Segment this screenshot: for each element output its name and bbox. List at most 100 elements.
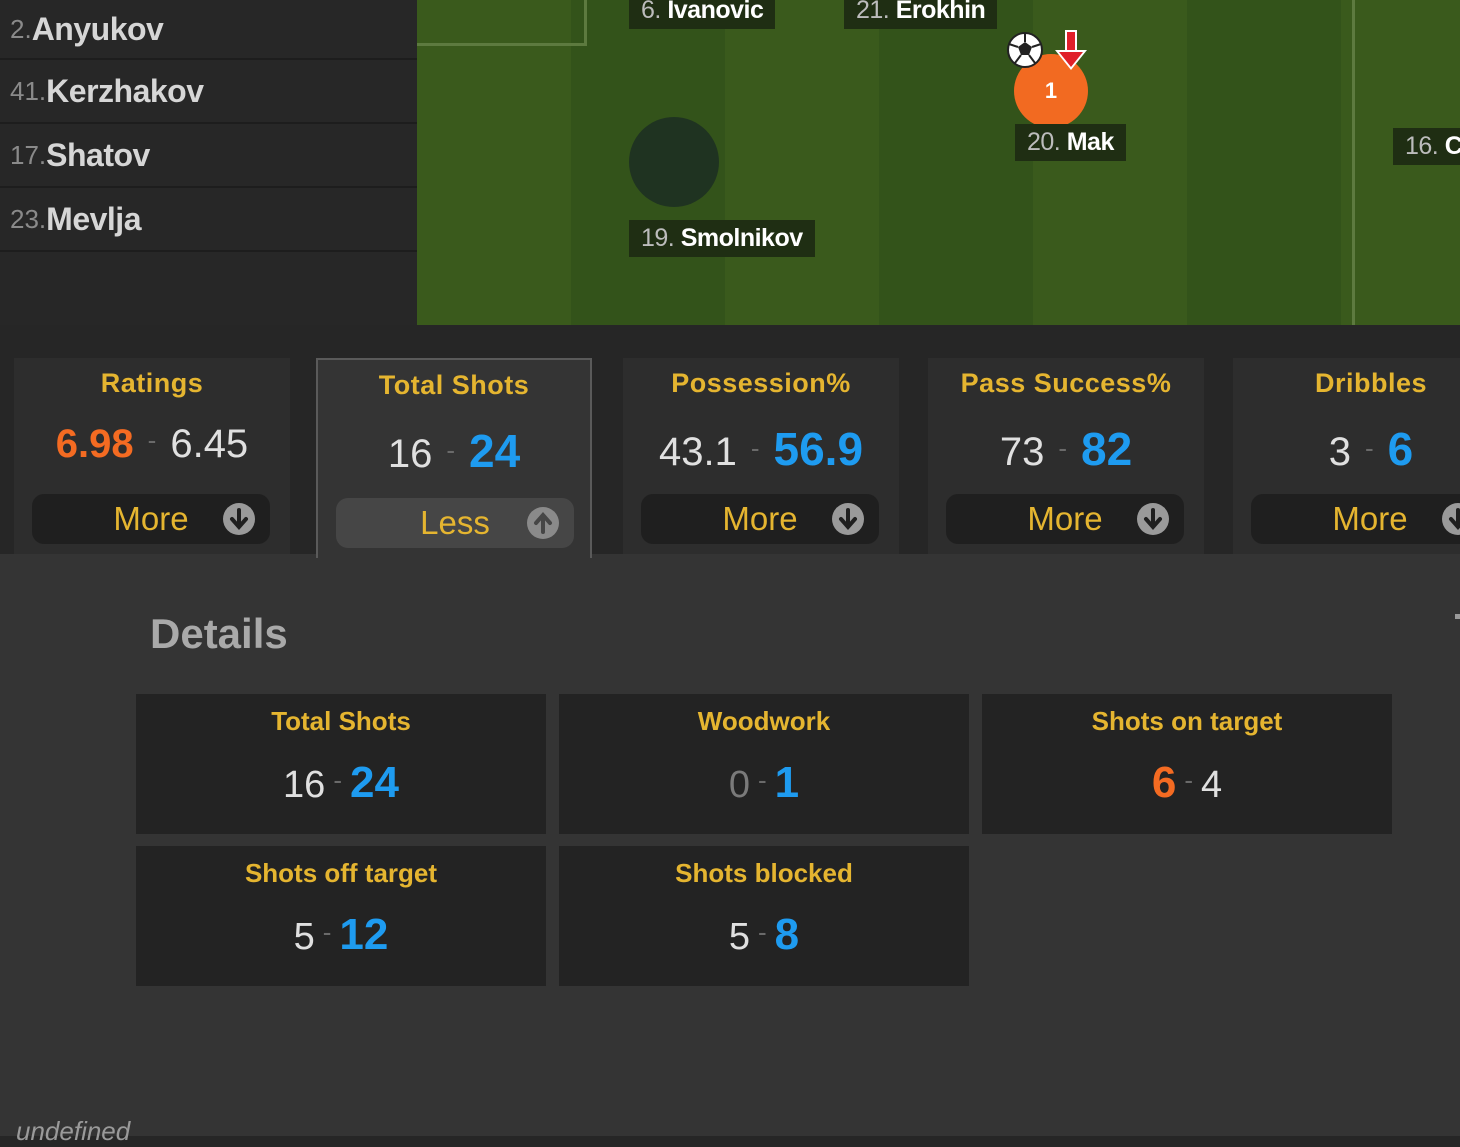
sub-number: 2. [10,13,32,44]
penalty-box-line [417,0,587,46]
home-value: 6.98 [55,422,134,466]
tab-title: Ratings [100,368,204,398]
separator: - [1364,433,1374,463]
detail-card-title: Shots off target [244,858,438,888]
tab-values: 73-82 [928,422,1204,476]
tab-values: 6.98-6.45 [14,422,290,467]
pitch: 6. Ivanovic 21. Erokhin 1 20. Mak 19. Sm… [417,0,1460,325]
away-value: 8 [774,910,800,959]
sub-name: Kerzhakov [46,72,204,109]
away-value: 6.45 [170,422,249,466]
player-label-ivanovic[interactable]: 6. Ivanovic [629,0,776,29]
player-number: 6. [641,0,661,24]
player-label-erokhin[interactable]: 21. Erokhin [844,0,998,29]
less-button-label: Less [420,504,490,541]
less-button[interactable]: Less [336,498,574,548]
goal-count: 1 [1044,78,1058,103]
sub-row[interactable]: 41. Kerzhakov [0,60,417,124]
tab-values: 43.1-56.9 [623,422,899,476]
player-marker[interactable] [629,117,719,207]
more-button[interactable]: More [641,494,879,544]
tab-title: Pass Success% [960,368,1172,398]
player-number: 20. [1027,128,1061,156]
away-value: 56.9 [773,423,864,475]
more-button-label: More [113,500,189,537]
more-button[interactable]: More [32,494,270,544]
home-value: 3 [1328,430,1351,474]
away-value: 24 [350,758,399,807]
pitch-line [1352,0,1355,325]
arrow-down-circle-icon [832,503,864,535]
player-number: 19. [641,224,675,252]
player-name: Mak [1066,128,1115,156]
separator: - [1184,765,1193,795]
separator: - [147,425,157,455]
tab-dribbles[interactable]: Dribbles 3-6 More [1233,358,1460,554]
separator: - [322,917,332,947]
tab-ratings[interactable]: Ratings 6.98-6.45 More [14,358,290,554]
tab-total-shots[interactable]: Total Shots 16-24 Less [316,358,592,558]
detail-card-values: 0-1 [559,758,969,808]
substitution-out-icon [1055,30,1087,70]
sub-name: Shatov [46,136,150,173]
player-number: 21. [856,0,890,24]
detail-card-woodwork: Woodwork 0-1 [559,694,969,834]
separator: - [333,765,342,795]
home-value: 16 [283,764,326,806]
substitutes-list: 2. Anyukov 41. Kerzhakov 17. Shatov 23. … [0,0,417,325]
details-panel: Details Total Shots 16-24 Woodwork 0-1 S… [0,554,1460,1146]
tab-possession[interactable]: Possession% 43.1-56.9 More [623,358,899,554]
more-button-label: More [1027,500,1103,537]
sub-number: 23. [10,203,47,234]
separator: - [757,917,767,947]
tab-values: 3-6 [1233,422,1460,476]
sub-number: 41. [10,75,47,106]
player-name: Ivanovic [667,0,764,24]
player-label-c[interactable]: 16. C [1393,128,1460,165]
home-value: 6 [1151,758,1177,807]
arrow-down-circle-icon [223,503,255,535]
tab-pass-success[interactable]: Pass Success% 73-82 More [928,358,1204,554]
detail-card-title: Woodwork [697,706,831,736]
away-value: 82 [1081,423,1133,475]
player-name: Erokhin [895,0,986,24]
separator: - [750,433,760,463]
player-name: Smolnikov [680,224,803,252]
away-value: 24 [469,425,521,477]
player-label-mak[interactable]: 20. Mak [1015,124,1126,161]
home-value: 5 [728,916,750,958]
sub-name: Anyukov [31,10,164,47]
details-title: Details [150,610,288,657]
edge-marker [1455,614,1460,619]
arrow-down-circle-icon [1137,503,1169,535]
detail-card-values: 5-8 [559,910,969,960]
detail-card-title: Total Shots [271,706,411,736]
detail-card-values: 6-4 [982,758,1392,808]
player-number: 16. [1405,132,1439,160]
sub-number: 17. [10,139,47,170]
more-button[interactable]: More [946,494,1184,544]
player-label-smolnikov[interactable]: 19. Smolnikov [629,220,815,257]
home-value: 0 [728,764,750,806]
detail-card-values: 16-24 [136,758,546,808]
player-name: C [1444,132,1460,160]
home-value: 16 [387,432,433,476]
sub-row[interactable]: 17. Shatov [0,124,417,188]
arrow-down-circle-icon [1442,503,1460,535]
more-button-label: More [722,500,798,537]
detail-card-total-shots: Total Shots 16-24 [136,694,546,834]
detail-card-shots-on-target: Shots on target 6-4 [982,694,1392,834]
detail-card-title: Shots blocked [675,858,853,888]
home-value: 73 [999,430,1045,474]
arrow-up-circle-icon [527,507,559,539]
sub-row[interactable]: 2. Anyukov [0,0,417,60]
football-icon [1007,32,1043,68]
home-value: 5 [293,916,315,958]
more-button[interactable]: More [1251,494,1460,544]
away-value: 1 [774,758,800,807]
detail-card-title: Shots on target [1091,706,1283,736]
separator: - [757,765,767,795]
away-value: 12 [339,910,389,959]
away-value: 6 [1387,423,1414,475]
sub-row[interactable]: 23. Mevlja [0,188,417,252]
